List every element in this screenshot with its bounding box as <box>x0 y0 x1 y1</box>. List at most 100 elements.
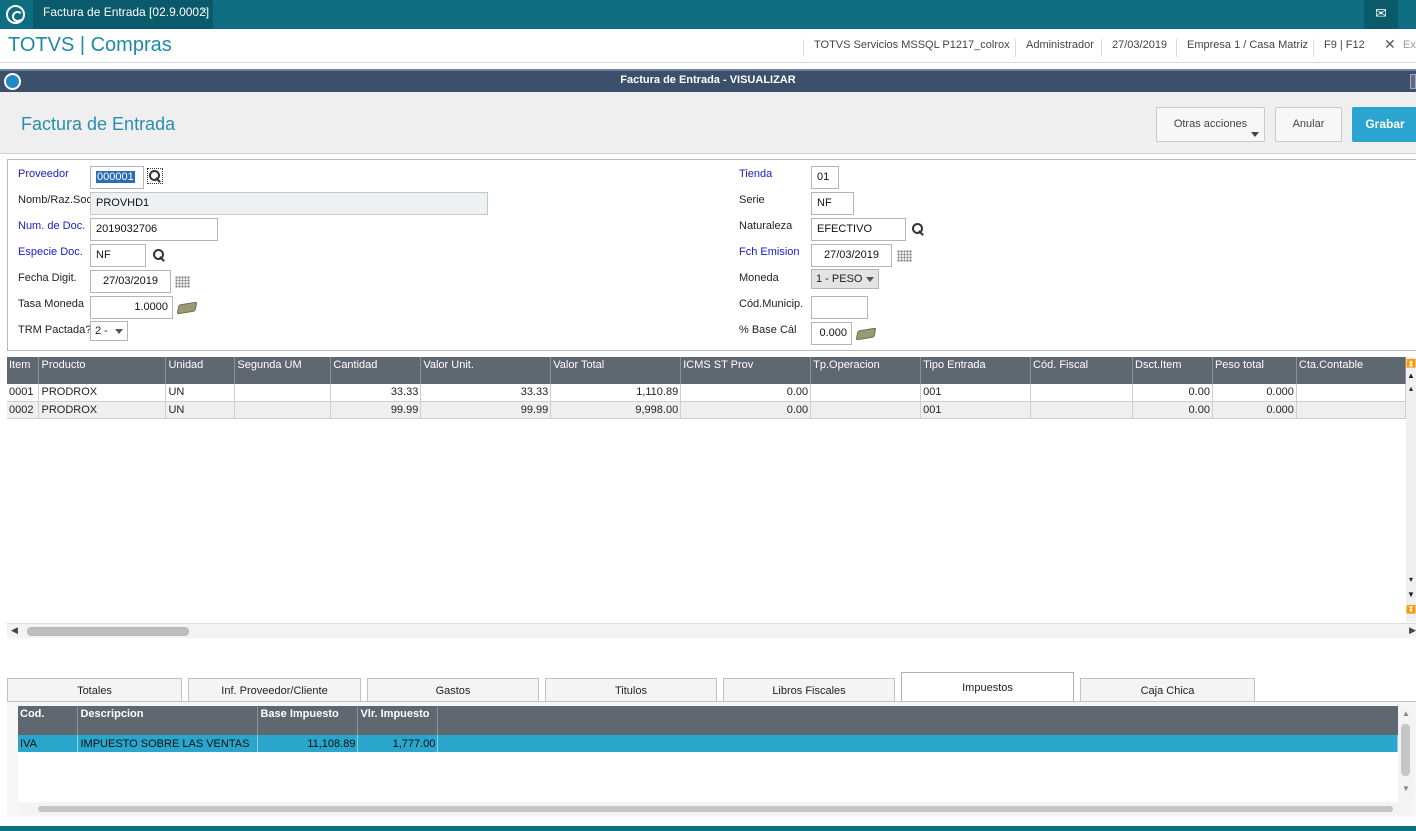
table-cell[interactable]: 99.99 <box>420 401 552 419</box>
table-cell[interactable] <box>1296 384 1407 402</box>
column-header[interactable]: Unidad <box>165 357 236 384</box>
column-header[interactable]: Valor Total <box>550 357 682 384</box>
shortcut-keys[interactable]: F9 | F12 <box>1313 39 1365 57</box>
scroll-down-icon[interactable]: ▼ <box>1401 784 1411 794</box>
tasa-field[interactable]: 1.0000 <box>90 296 173 319</box>
mail-icon[interactable]: ✉ <box>1364 0 1398 29</box>
other-actions-button[interactable]: Otras acciones <box>1156 107 1265 142</box>
scroll-thumb[interactable] <box>1401 724 1410 776</box>
basecal-field[interactable]: 0.000 <box>811 322 852 345</box>
table-cell[interactable] <box>1030 401 1133 419</box>
calendar-icon[interactable] <box>897 250 912 262</box>
moneda-select[interactable]: 1 - PESO <box>811 269 879 289</box>
table-cell[interactable] <box>810 384 922 402</box>
currency-icon[interactable] <box>176 301 198 315</box>
tax-vertical-scrollbar[interactable]: ▲ ▼ <box>1398 706 1414 802</box>
fechadigit-field[interactable]: 27/03/2019 <box>90 270 171 293</box>
especie-field[interactable]: NF <box>90 244 146 267</box>
column-header[interactable]: Vlr. Impuesto <box>357 706 439 735</box>
trm-select[interactable]: 2 - <box>90 321 128 341</box>
table-cell[interactable]: 9,998.00 <box>550 401 682 419</box>
window-control[interactable] <box>1410 74 1416 89</box>
scroll-up-icon[interactable]: ▴ <box>1406 384 1416 394</box>
table-cell[interactable]: UN <box>165 401 236 419</box>
table-row[interactable]: 0001 PRODROX UN 33.33 33.33 1,110.89 0.00 001 0.… <box>7 384 1407 402</box>
scroll-thumb[interactable] <box>38 806 1393 812</box>
column-header[interactable]: Dsct.Item <box>1132 357 1213 384</box>
table-cell[interactable]: 0.00 <box>1132 401 1213 419</box>
table-cell[interactable]: 11,108.89 <box>257 735 359 752</box>
table-cell[interactable] <box>234 384 332 402</box>
naturaleza-search-icon[interactable] <box>911 222 925 236</box>
column-header[interactable]: Cta.Contable <box>1296 357 1407 384</box>
table-cell[interactable]: 001 <box>920 401 1032 419</box>
tab-gastos[interactable]: Gastos <box>367 678 539 702</box>
table-cell[interactable] <box>234 401 332 419</box>
close-tab-icon[interactable]: × <box>201 0 207 24</box>
calendar-icon[interactable] <box>175 276 190 288</box>
scroll-down-icon[interactable]: ▾ <box>1406 575 1416 585</box>
scroll-up-icon[interactable]: ▲ <box>1401 709 1411 719</box>
codmunicip-field[interactable] <box>811 296 868 319</box>
scroll-bottom-icon[interactable]: ⏬ <box>1406 605 1416 615</box>
exit-label[interactable]: Ex <box>1403 39 1416 51</box>
scroll-right-icon[interactable]: ▶ <box>1409 625 1416 636</box>
fchemision-field[interactable]: 27/03/2019 <box>811 244 892 267</box>
table-cell[interactable]: UN <box>165 384 236 402</box>
naturaleza-field[interactable]: EFECTIVO <box>811 218 906 241</box>
currency-icon[interactable] <box>855 327 877 341</box>
tab-titulos[interactable]: Titulos <box>545 678 717 702</box>
column-header[interactable]: Producto <box>38 357 167 384</box>
proveedor-field[interactable]: 000001 <box>90 166 144 189</box>
table-cell[interactable]: 1,777.00 <box>357 735 439 752</box>
table-cell[interactable]: IMPUESTO SOBRE LAS VENTAS <box>77 735 259 752</box>
especie-search-icon[interactable] <box>152 248 166 262</box>
table-cell[interactable]: 0.000 <box>1212 401 1297 419</box>
table-cell[interactable]: 33.33 <box>330 384 422 402</box>
document-tab[interactable]: Factura de Entrada [02.9.0002] × <box>33 0 213 29</box>
column-header[interactable]: ICMS ST Prov <box>680 357 812 384</box>
scroll-left-icon[interactable]: ◀ <box>11 625 18 636</box>
table-cell[interactable]: 0002 <box>7 401 40 419</box>
scroll-top-icon[interactable]: ⏫ <box>1406 359 1416 369</box>
column-header[interactable]: Base Impuesto <box>257 706 359 735</box>
table-row[interactable]: 0002 PRODROX UN 99.99 99.99 9,998.00 0.00 001 0.… <box>7 401 1407 419</box>
tab-impuestos[interactable]: Impuestos <box>901 672 1074 703</box>
column-header[interactable]: Cantidad <box>330 357 422 384</box>
save-button[interactable]: Grabar <box>1352 107 1416 142</box>
column-header[interactable]: Descripcion <box>77 706 259 735</box>
scroll-thumb[interactable] <box>27 627 189 636</box>
table-row[interactable]: IVA IMPUESTO SOBRE LAS VENTAS 11,108.89 1,7… <box>18 735 1398 752</box>
table-cell[interactable]: 33.33 <box>420 384 552 402</box>
table-cell[interactable]: 0.00 <box>1132 384 1213 402</box>
proveedor-search-icon[interactable] <box>147 168 163 184</box>
column-header[interactable]: Tp.Operacion <box>810 357 922 384</box>
table-cell[interactable]: 0001 <box>7 384 40 402</box>
tienda-field[interactable]: 01 <box>811 166 839 189</box>
table-cell[interactable]: 1,110.89 <box>550 384 682 402</box>
serie-field[interactable]: NF <box>811 192 854 215</box>
column-header[interactable]: Segunda UM <box>234 357 332 384</box>
items-horizontal-scrollbar[interactable]: ◀ ▶ <box>7 623 1416 638</box>
table-cell[interactable]: 99.99 <box>330 401 422 419</box>
table-cell[interactable] <box>1030 384 1133 402</box>
items-vertical-scrollbar[interactable]: ⏫ ▲ ▴ ▾ ▼ ⏬ <box>1406 357 1416 622</box>
scroll-page-up-icon[interactable]: ▲ <box>1406 371 1416 381</box>
table-cell[interactable] <box>810 401 922 419</box>
column-header[interactable]: Tipo Entrada <box>920 357 1032 384</box>
table-cell[interactable]: 0.000 <box>1212 384 1297 402</box>
table-cell[interactable]: 001 <box>920 384 1032 402</box>
totvs-logo-icon[interactable] <box>6 5 25 24</box>
column-header[interactable]: Cod. <box>18 706 79 735</box>
exit-icon[interactable]: ✕ <box>1384 36 1396 53</box>
column-header[interactable]: Peso total <box>1212 357 1297 384</box>
table-cell[interactable]: 0.00 <box>680 384 812 402</box>
tax-horizontal-scrollbar[interactable] <box>18 803 1414 815</box>
column-header[interactable]: Valor Unit. <box>420 357 552 384</box>
tab-inf-proveedor-cliente[interactable]: Inf. Proveedor/Cliente <box>188 678 361 702</box>
nomb-field[interactable]: PROVHD1 <box>90 192 488 215</box>
table-cell[interactable]: IVA <box>18 735 79 752</box>
scroll-page-down-icon[interactable]: ▼ <box>1406 590 1416 600</box>
table-cell[interactable] <box>1296 401 1407 419</box>
column-header[interactable]: Item <box>7 357 40 384</box>
